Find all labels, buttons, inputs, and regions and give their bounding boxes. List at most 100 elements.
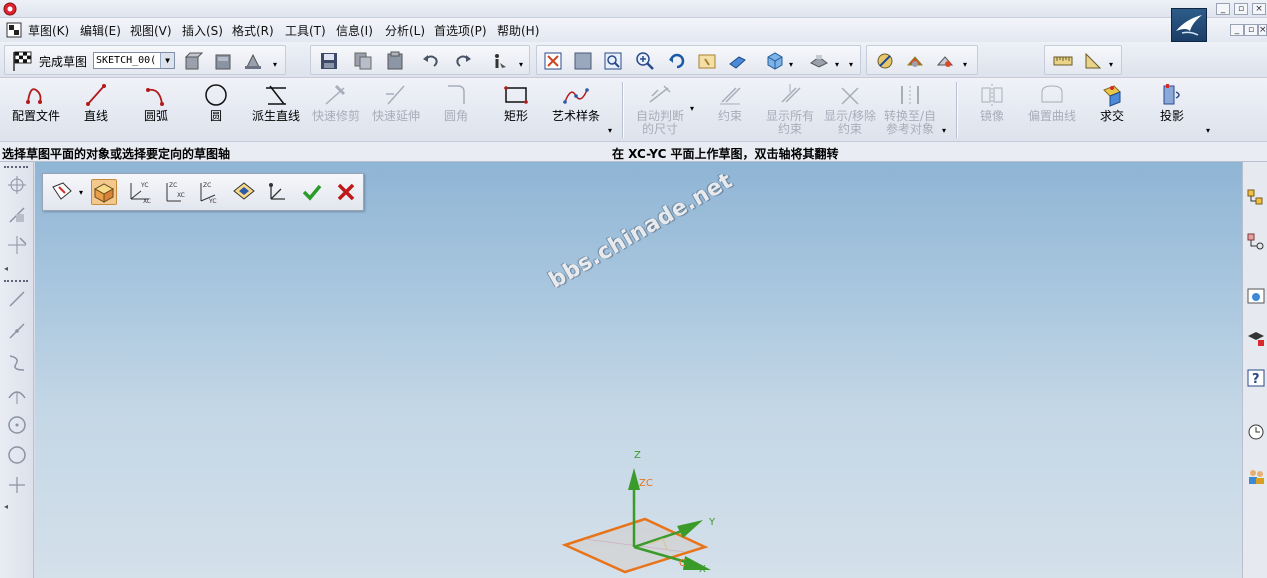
doc-minimize-button[interactable]: _ (1230, 24, 1244, 36)
background-icon[interactable] (809, 51, 829, 71)
ruler-icon[interactable] (1053, 51, 1073, 71)
curve-snap-icon[interactable] (6, 352, 28, 374)
finish-flag-icon[interactable] (11, 50, 33, 72)
curve-toolbar-overflow-icon[interactable]: ▾ (608, 126, 612, 135)
project-button[interactable]: 投影 (1142, 80, 1202, 138)
menu-analysis[interactable]: 分析(L) (385, 22, 425, 39)
fillet-button[interactable]: 圆角 (426, 80, 486, 138)
studio-spline-button[interactable]: 艺术样条 (546, 80, 606, 138)
toolbar-overflow-icon[interactable]: ▾ (273, 60, 277, 69)
assembly-navigator-icon[interactable] (1246, 188, 1266, 208)
render-style-icon[interactable] (765, 51, 785, 71)
derived-line-button[interactable]: 派生直线 (246, 80, 306, 138)
xc-yc-plane-icon[interactable]: YC XC (127, 179, 153, 205)
quick-trim-button[interactable]: 快速修剪 (306, 80, 366, 138)
close-button[interactable]: × (1252, 3, 1266, 15)
ops-toolbar-overflow-icon[interactable]: ▾ (1206, 126, 1210, 135)
sketch-plane-icon[interactable] (49, 179, 75, 205)
filter-icon[interactable] (935, 51, 955, 71)
render-style-dropdown-icon[interactable]: ▾ (789, 60, 793, 69)
x-axis-cone[interactable] (683, 556, 711, 570)
palette-collapse-icon[interactable]: ◂ (4, 502, 8, 511)
plane-type-button[interactable] (91, 179, 117, 205)
web-browser-icon[interactable] (1246, 286, 1266, 306)
zc-xc-plane-icon[interactable]: ZCXC (161, 179, 187, 205)
zoom-window-icon[interactable] (573, 51, 593, 71)
constraint-toolbar-overflow-icon[interactable]: ▾ (942, 126, 946, 135)
training-icon[interactable] (1246, 328, 1266, 348)
doc-restore-button[interactable]: ▫ (1244, 24, 1258, 36)
chevron-down-icon[interactable]: ▼ (160, 53, 174, 68)
zoom-icon[interactable] (635, 51, 655, 71)
arc-center-icon[interactable] (6, 384, 28, 406)
show-remove-constraints-button[interactable]: 显示/移除 约束 (820, 80, 880, 138)
midpoint-icon[interactable] (6, 320, 28, 342)
utility-dropdown-icon[interactable]: ▾ (1109, 60, 1113, 69)
menu-sketch[interactable]: 草图(K) (28, 22, 69, 39)
menu-help[interactable]: 帮助(H) (497, 22, 539, 39)
snap-icon[interactable] (6, 204, 28, 226)
profile-button[interactable]: 配置文件 (6, 80, 66, 138)
menu-preferences[interactable]: 首选项(P) (434, 22, 487, 39)
rectangle-button[interactable]: 矩形 (486, 80, 546, 138)
cancel-icon[interactable] (333, 179, 359, 205)
convert-reference-button[interactable]: 转换至/自 参考对象 (880, 80, 940, 138)
info-dropdown-icon[interactable]: ▾ (519, 60, 523, 69)
restore-button[interactable]: ▫ (1234, 3, 1248, 15)
orient-view-icon[interactable] (183, 51, 203, 71)
arc-button[interactable]: 圆弧 (126, 80, 186, 138)
quick-extend-button[interactable]: 快速延伸 (366, 80, 426, 138)
circle-button[interactable]: 圆 (186, 80, 246, 138)
filter-dropdown-icon[interactable]: ▾ (963, 60, 967, 69)
intersect-button[interactable]: 求交 (1082, 80, 1142, 138)
copy-icon[interactable] (353, 51, 373, 71)
mirror-button[interactable]: 镜像 (962, 80, 1022, 138)
zoom-area-icon[interactable] (603, 51, 623, 71)
palette-grip[interactable] (4, 166, 28, 169)
selection-icon[interactable] (905, 51, 925, 71)
menu-tools[interactable]: 工具(T) (285, 22, 326, 39)
yc-zc-plane-icon[interactable]: ZC YC (195, 179, 221, 205)
circle-center-icon[interactable] (6, 414, 28, 436)
history-icon[interactable] (1246, 422, 1266, 442)
dimension-dropdown-icon[interactable]: ▾ (690, 104, 694, 113)
point-icon[interactable] (6, 174, 28, 196)
menu-insert[interactable]: 插入(S) (182, 22, 223, 39)
angle-icon[interactable] (1083, 51, 1103, 71)
dimension-snap-icon[interactable] (6, 234, 28, 256)
line-button[interactable]: 直线 (66, 80, 126, 138)
show-all-constraints-button[interactable]: 显示所有 约束 (760, 80, 820, 138)
existing-point-icon[interactable] (6, 474, 28, 496)
menu-edit[interactable]: 编辑(E) (80, 22, 121, 39)
help-icon[interactable]: ? (1246, 368, 1266, 388)
graphics-window[interactable]: ▾ YC XC ZC XC ZC YC bbs.chinade.net Z ZC Y … (35, 162, 1242, 578)
save-icon[interactable] (319, 51, 339, 71)
measure-icon[interactable] (875, 51, 895, 71)
update-model-icon[interactable] (243, 51, 263, 71)
constraints-button[interactable]: 约束 (700, 80, 760, 138)
part-navigator-icon[interactable] (1246, 232, 1266, 252)
undo-icon[interactable] (421, 51, 441, 71)
reattach-icon[interactable] (213, 51, 233, 71)
minimize-button[interactable]: _ (1216, 3, 1230, 15)
view-overflow-icon[interactable]: ▾ (849, 60, 853, 69)
quadrant-icon[interactable] (6, 444, 28, 466)
line-snap-icon[interactable] (6, 288, 28, 310)
finish-sketch-button[interactable]: 完成草图 (39, 53, 87, 70)
background-dropdown-icon[interactable]: ▾ (835, 60, 839, 69)
offset-curve-button[interactable]: 偏置曲线 (1022, 80, 1082, 138)
info-icon[interactable] (489, 51, 509, 71)
redo-icon[interactable] (453, 51, 473, 71)
palette-grip[interactable] (4, 280, 28, 283)
sketch-csys-triad[interactable]: Z ZC Y X C (555, 442, 755, 578)
rotate-icon[interactable] (667, 51, 687, 71)
datum-plane-icon[interactable] (231, 179, 257, 205)
sketch-plane-dropdown-icon[interactable]: ▾ (79, 188, 83, 197)
sketch-name-select[interactable]: SKETCH_00( ▼ (93, 52, 175, 69)
fit-icon[interactable] (543, 51, 563, 71)
inferred-dimension-button[interactable]: 自动判断 的尺寸 (630, 80, 690, 138)
sketch-axis-icon[interactable] (265, 179, 291, 205)
paste-icon[interactable] (385, 51, 405, 71)
pan-icon[interactable] (697, 51, 717, 71)
doc-close-button[interactable]: × (1258, 24, 1267, 36)
